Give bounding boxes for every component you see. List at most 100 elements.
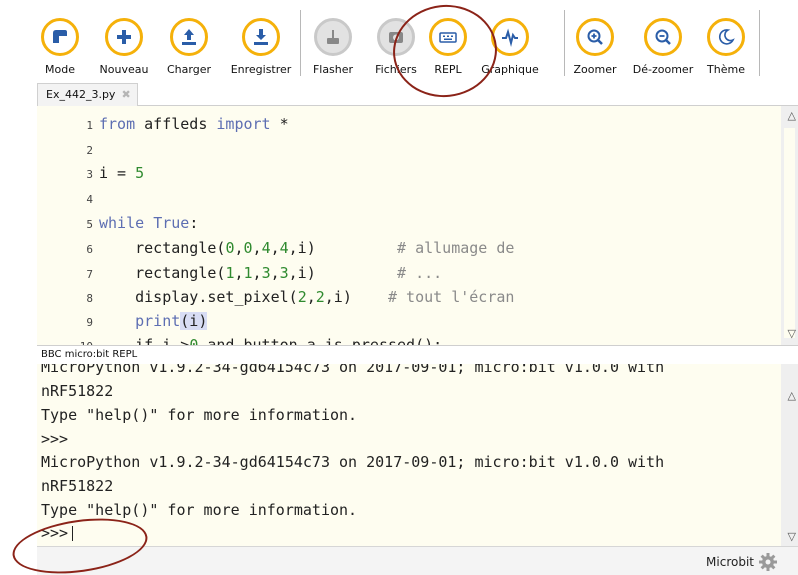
code-token: True [153,214,190,232]
editor-scrollbar[interactable]: △ ▽ [781,106,798,345]
repl-output-line: >>> [41,430,68,448]
line-number: 8 [86,292,93,305]
line-number: 7 [86,268,93,281]
code-token: , [252,264,262,282]
repl-text: Type "help()" for more information. [41,501,358,519]
repl-text: >>> [41,524,69,542]
gear-icon[interactable] [758,552,778,572]
code-token: import [216,115,271,133]
repl-output-line: nRF51822 [41,382,113,400]
load-label: Charger [167,63,211,76]
code-token: if i > [99,336,190,345]
status-bar: Microbit [37,546,798,575]
repl-output-line: Type "help()" for more information. [41,406,357,424]
repl-output-line: MicroPython v1.9.2-34-gd64154c73 on 2017… [41,364,664,376]
code-line: if i >0 and button_a.is_pressed(): [99,336,442,345]
repl-console[interactable]: MicroPython v1.9.2-34-gd64154c73 on 2017… [37,364,798,546]
code-line: display.set_pixel(2,2,i) # tout l'écran [99,288,514,306]
plotter-button[interactable]: Graphique [481,18,551,80]
upload-icon [170,18,208,56]
theme-label: Thème [707,63,745,76]
repl-output-line: Type "help()" for more information. [41,501,357,519]
code-token: 1 [243,264,253,282]
code-line: rectangle(1,1,3,3,i) # ... [99,264,442,282]
code-token: # allumage de [397,239,515,257]
code-token: , [270,239,280,257]
code-token: * [270,115,289,133]
file-tab[interactable]: Ex_442_3.py ✖ [37,83,138,106]
code-token: , [252,239,262,257]
code-token: , [234,264,244,282]
moon-icon [707,18,745,56]
files-icon [377,18,415,56]
line-number: 2 [86,144,93,157]
mode-icon [41,18,79,56]
code-line: i = 5 [99,164,144,182]
code-token: ,i) [288,239,398,257]
save-label: Enregistrer [230,63,292,76]
code-token: display.set_pixel( [99,288,298,306]
close-icon[interactable]: ✖ [121,88,130,101]
code-token: while [99,214,154,232]
code-token: # tout l'écran [388,288,515,306]
code-token: rectangle( [99,264,226,282]
code-token: 2 [297,288,307,306]
repl-scrollbar[interactable]: △ ▽ [781,364,798,546]
plotter-label: Graphique [481,63,539,76]
device-mode-label: Microbit [706,555,754,569]
plus-icon [105,18,143,56]
repl-title: BBC micro:bit REPL [41,349,138,360]
code-token: from [99,115,145,133]
code-token: 0 [189,336,199,345]
repl-prompt: >>> [41,524,74,542]
code-line: rectangle(0,0,4,4,i) # allumage de [99,239,514,257]
code-token: affleds [144,115,217,133]
repl-output-line: MicroPython v1.9.2-34-gd64154c73 on 2017… [41,453,664,471]
line-number: 9 [86,316,93,329]
code-token: (i) [180,312,208,330]
repl-text: MicroPython v1.9.2-34-gd64154c73 on 2017… [41,364,665,376]
code-line: print(i) [99,312,208,330]
line-number: 5 [86,218,93,231]
code-token: , [234,239,244,257]
scroll-up-icon[interactable]: △ [788,109,796,122]
text-cursor [72,526,74,541]
repl-text: nRF51822 [41,382,114,400]
theme-button[interactable]: Thème [707,18,767,80]
code-token: # ... [397,264,443,282]
code-token: 2 [315,288,325,306]
code-token: print [99,312,181,330]
toolbar-separator [759,10,760,76]
line-number: 1 [86,119,93,132]
zoom-out-icon [644,18,682,56]
repl-header: BBC micro:bit REPL [37,345,798,364]
line-number: 3 [86,168,93,181]
code-token: ,i) [288,264,398,282]
repl-output-line: nRF51822 [41,477,113,495]
file-tab-label: Ex_442_3.py [46,88,116,101]
keyboard-icon [429,18,467,56]
code-token: , [270,264,280,282]
scroll-down-icon[interactable]: ▽ [788,530,796,543]
zoom-in-icon [576,18,614,56]
code-token: 0 [243,239,253,257]
code-token: 3 [261,264,271,282]
repl-text: Type "help()" for more information. [41,406,358,424]
repl-text: MicroPython v1.9.2-34-gd64154c73 on 2017… [41,453,665,471]
tab-bar: Ex_442_3.py ✖ [37,80,798,106]
code-token: 4 [261,239,271,257]
plotter-icon [491,18,529,56]
scroll-up-icon[interactable]: △ [788,389,796,402]
scroll-down-icon[interactable]: ▽ [788,327,796,340]
code-line: from affleds import * [99,115,289,133]
code-editor[interactable]: 12345678910 from affleds import *i = 5wh… [37,106,798,345]
code-token: 3 [279,264,289,282]
line-number: 6 [86,243,93,256]
editor-scrollbar-thumb[interactable] [784,128,795,338]
line-number: 4 [86,193,93,206]
code-token: ,i) [324,288,388,306]
toolbar: Mode Nouveau Charger Enregistrer Flasher… [37,0,798,80]
code-token: : [189,214,199,232]
code-token: i = [99,164,136,182]
code-line: while True: [99,214,198,232]
